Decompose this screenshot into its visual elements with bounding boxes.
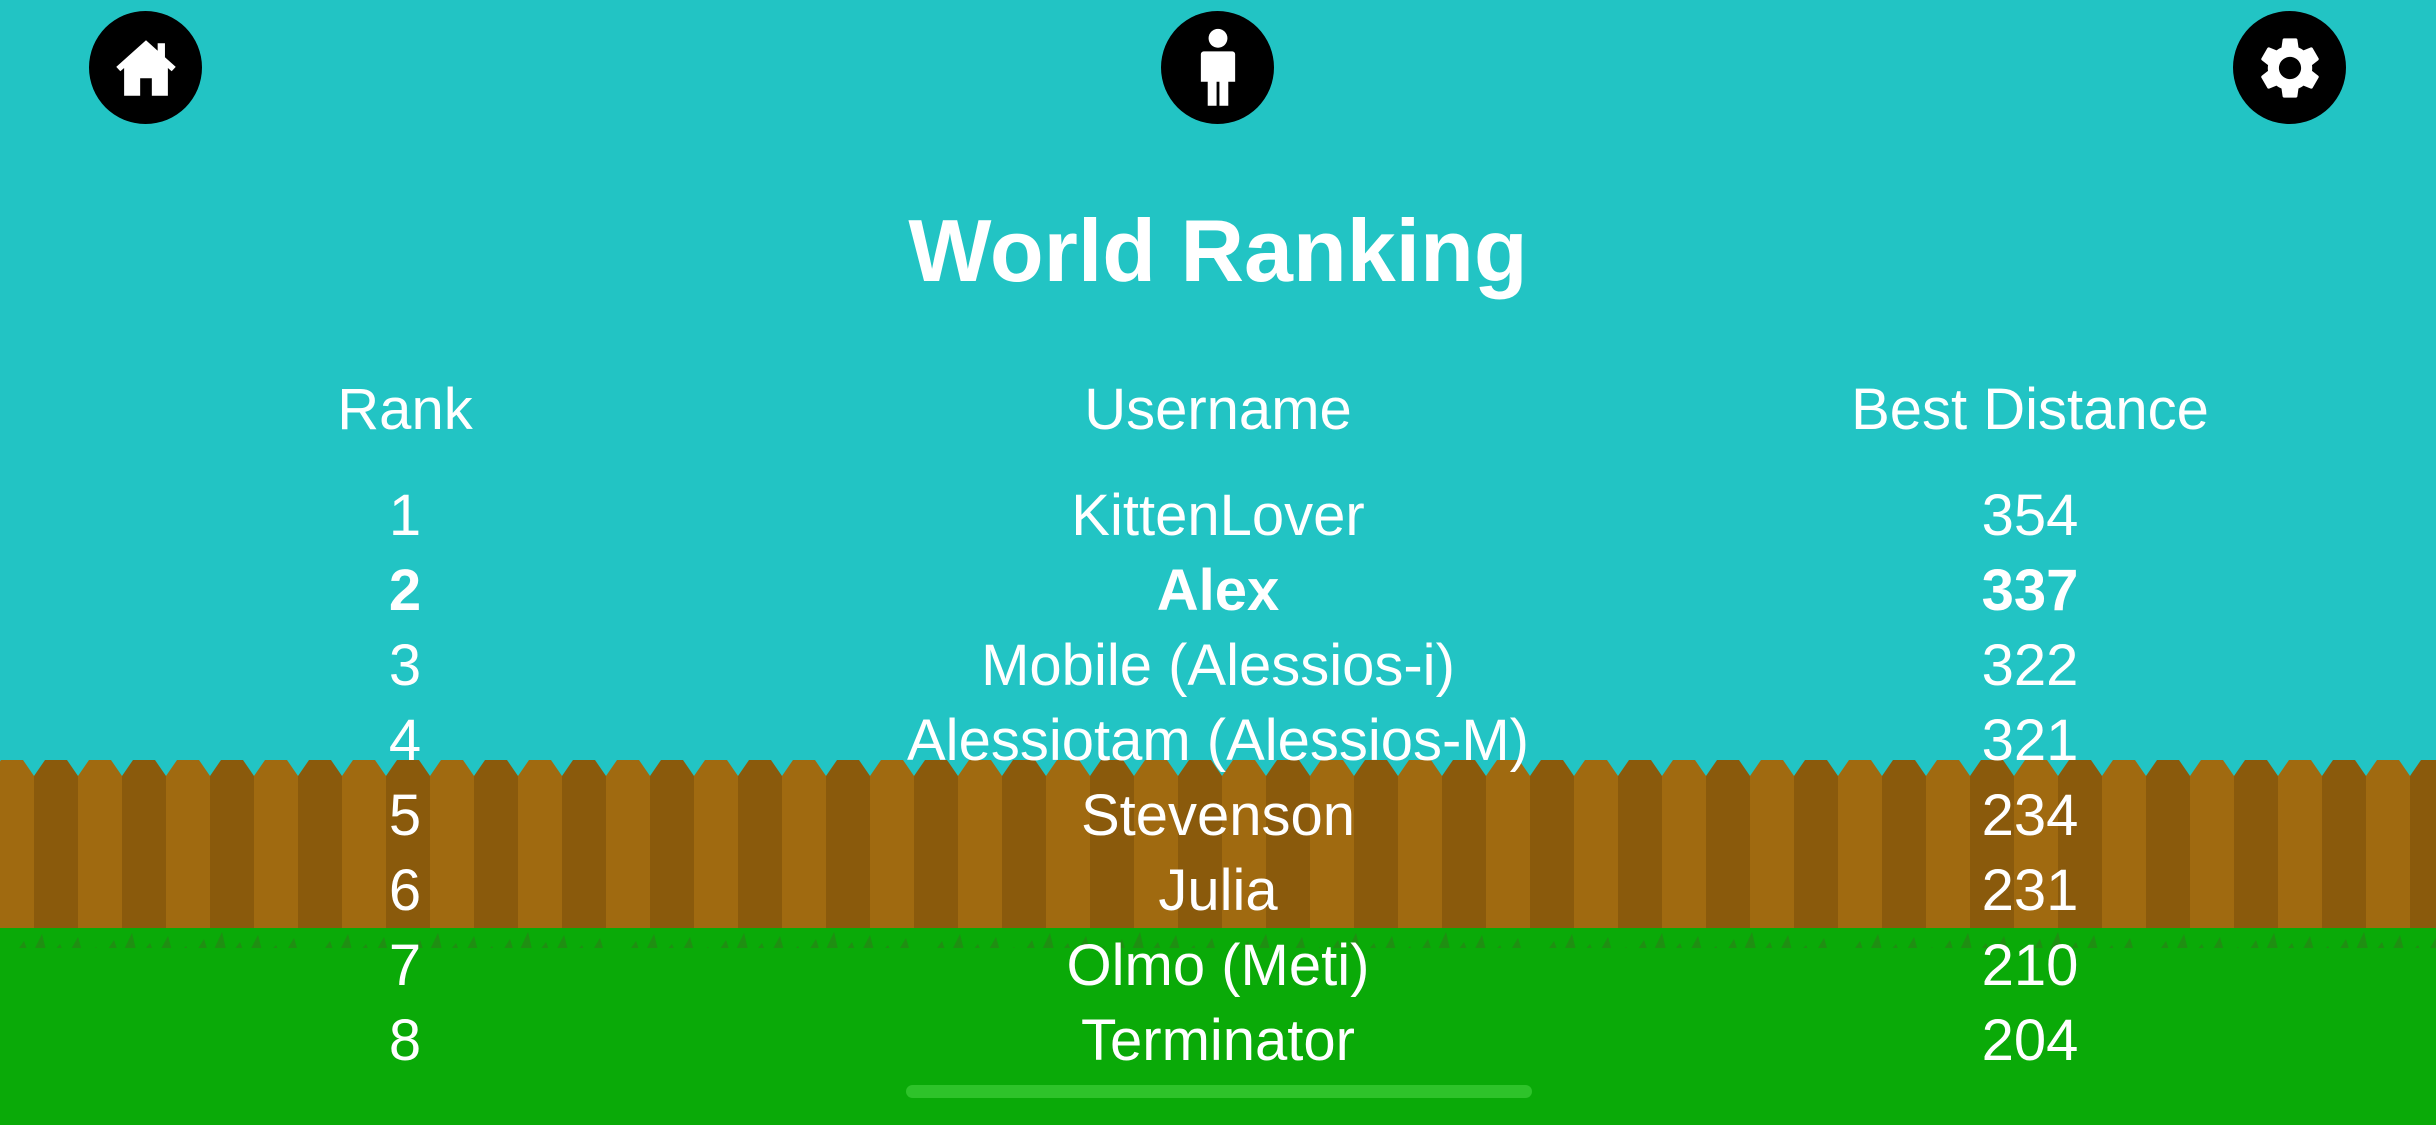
username-cell: Alessiotam (Alessios-M) (907, 708, 1529, 773)
username-cell: Olmo (Meti) (1066, 933, 1370, 998)
table-header: Rank Username Best Distance (0, 370, 2436, 450)
username-cell: Alex (1156, 558, 1280, 623)
header-username: Username (1084, 377, 1352, 442)
distance-cell: 322 (1981, 633, 2079, 698)
distance-cell: 231 (1981, 858, 2079, 923)
rank-cell: 8 (388, 1008, 422, 1073)
username-cell: Julia (1158, 858, 1278, 923)
username-cell: Stevenson (1080, 783, 1356, 848)
distance-cell: 204 (1981, 1008, 2079, 1073)
table-row: 1 KittenLover 354 (0, 478, 2436, 553)
table-row: 4 Alessiotam (Alessios-M) 321 (0, 703, 2436, 778)
ranking-table: Rank Username Best Distance 1 KittenLove… (0, 370, 2436, 1078)
rank-cell: 4 (388, 708, 422, 773)
table-row: 7 Olmo (Meti) 210 (0, 928, 2436, 1003)
table-row-current-user: 2 Alex 337 (0, 553, 2436, 628)
header-best-distance: Best Distance (1851, 377, 2209, 442)
distance-cell: 354 (1981, 483, 2079, 548)
rank-cell: 3 (388, 633, 422, 698)
table-row: 8 Terminator 204 (0, 1003, 2436, 1078)
rank-cell: 7 (388, 933, 422, 998)
table-row: 6 Julia 231 (0, 853, 2436, 928)
home-icon (115, 39, 176, 96)
username-cell: Mobile (Alessios-i) (981, 633, 1455, 698)
distance-cell: 234 (1981, 783, 2079, 848)
game-scene: World Ranking Rank Username Best Distanc… (0, 0, 2436, 1125)
username-cell: KittenLover (1071, 483, 1365, 548)
home-indicator[interactable] (906, 1085, 1532, 1098)
rank-cell: 1 (388, 483, 422, 548)
page-title: World Ranking (908, 201, 1528, 300)
home-button[interactable] (89, 11, 202, 124)
username-cell: Terminator (1081, 1008, 1355, 1073)
rank-cell: 2 (388, 558, 422, 623)
person-icon (1200, 28, 1235, 106)
rank-cell: 5 (388, 783, 422, 848)
gear-icon (2260, 37, 2319, 98)
profile-button[interactable] (1161, 11, 1274, 124)
distance-cell: 337 (1981, 558, 2079, 623)
distance-cell: 321 (1981, 708, 2079, 773)
rank-cell: 6 (388, 858, 422, 923)
table-row: 3 Mobile (Alessios-i) 322 (0, 628, 2436, 703)
distance-cell: 210 (1981, 933, 2079, 998)
settings-button[interactable] (2233, 11, 2346, 124)
header-rank: Rank (337, 377, 473, 442)
table-row: 5 Stevenson 234 (0, 778, 2436, 853)
